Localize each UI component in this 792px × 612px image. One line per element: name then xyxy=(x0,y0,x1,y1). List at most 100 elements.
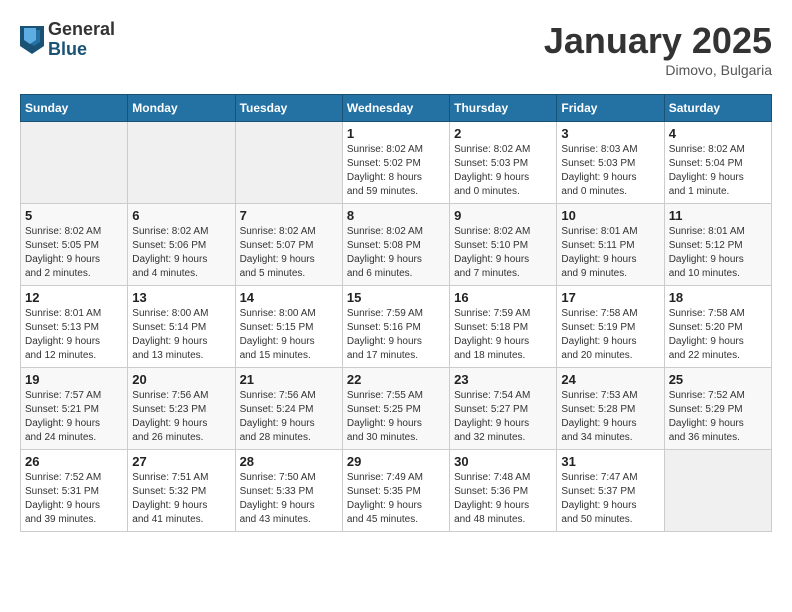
calendar-body: 1Sunrise: 8:02 AM Sunset: 5:02 PM Daylig… xyxy=(21,122,772,532)
calendar-header: SundayMondayTuesdayWednesdayThursdayFrid… xyxy=(21,95,772,122)
calendar-cell: 26Sunrise: 7:52 AM Sunset: 5:31 PM Dayli… xyxy=(21,450,128,532)
day-number: 6 xyxy=(132,208,230,223)
day-info: Sunrise: 8:01 AM Sunset: 5:11 PM Dayligh… xyxy=(561,225,659,281)
day-info: Sunrise: 7:52 AM Sunset: 5:29 PM Dayligh… xyxy=(669,389,767,445)
day-info: Sunrise: 7:48 AM Sunset: 5:36 PM Dayligh… xyxy=(454,471,552,527)
calendar-cell: 24Sunrise: 7:53 AM Sunset: 5:28 PM Dayli… xyxy=(557,368,664,450)
calendar-header-cell: Sunday xyxy=(21,95,128,122)
day-info: Sunrise: 8:02 AM Sunset: 5:07 PM Dayligh… xyxy=(240,225,338,281)
calendar-cell: 5Sunrise: 8:02 AM Sunset: 5:05 PM Daylig… xyxy=(21,204,128,286)
page-header: General Blue January 2025 Dimovo, Bulgar… xyxy=(20,20,772,78)
day-number: 22 xyxy=(347,372,445,387)
calendar-header-cell: Wednesday xyxy=(342,95,449,122)
calendar-cell: 17 Sunrise: 7:58 AM Sunset: 5:19 PM Dayli… xyxy=(557,286,664,368)
day-info: Sunrise: 7:59 AM Sunset: 5:16 PM Dayligh… xyxy=(347,307,445,363)
calendar-week-row: 26Sunrise: 7:52 AM Sunset: 5:31 PM Dayli… xyxy=(21,450,772,532)
day-info: Sunrise: 8:02 AM Sunset: 5:05 PM Dayligh… xyxy=(25,225,123,281)
day-info: Sunrise: 7:54 AM Sunset: 5:27 PM Dayligh… xyxy=(454,389,552,445)
day-info: Sunrise: 7:56 AM Sunset: 5:24 PM Dayligh… xyxy=(240,389,338,445)
calendar-cell: 11 Sunrise: 8:01 AM Sunset: 5:12 PM Dayli… xyxy=(664,204,771,286)
logo-blue-text: Blue xyxy=(48,40,115,60)
title-block: January 2025 Dimovo, Bulgaria xyxy=(544,20,772,78)
day-number: 20 xyxy=(132,372,230,387)
day-info: Sunrise: 7:58 AM Sunset: 5:20 PM Dayligh… xyxy=(669,307,767,363)
calendar-cell: 2 Sunrise: 8:02 AM Sunset: 5:03 PM Daylig… xyxy=(450,122,557,204)
calendar-header-row: SundayMondayTuesdayWednesdayThursdayFrid… xyxy=(21,95,772,122)
calendar-cell: 13 Sunrise: 8:00 AM Sunset: 5:14 PM Dayli… xyxy=(128,286,235,368)
day-number: 29 xyxy=(347,454,445,469)
day-number: 3 xyxy=(561,126,659,141)
day-info: Sunrise: 8:00 AM Sunset: 5:15 PM Dayligh… xyxy=(240,307,338,363)
day-number: 27 xyxy=(132,454,230,469)
day-info: Sunrise: 7:49 AM Sunset: 5:35 PM Dayligh… xyxy=(347,471,445,527)
day-info: Sunrise: 7:51 AM Sunset: 5:32 PM Dayligh… xyxy=(132,471,230,527)
day-info: Sunrise: 7:55 AM Sunset: 5:25 PM Dayligh… xyxy=(347,389,445,445)
calendar-cell: 3 Sunrise: 8:03 AM Sunset: 5:03 PM Daylig… xyxy=(557,122,664,204)
day-number: 13 xyxy=(132,290,230,305)
day-number: 17 xyxy=(561,290,659,305)
day-info: Sunrise: 8:00 AM Sunset: 5:14 PM Dayligh… xyxy=(132,307,230,363)
calendar-week-row: 12Sunrise: 8:01 AM Sunset: 5:13 PM Dayli… xyxy=(21,286,772,368)
calendar-week-row: 1Sunrise: 8:02 AM Sunset: 5:02 PM Daylig… xyxy=(21,122,772,204)
logo-icon xyxy=(20,26,44,54)
day-number: 1 xyxy=(347,126,445,141)
location: Dimovo, Bulgaria xyxy=(544,62,772,78)
calendar-cell: 18 Sunrise: 7:58 AM Sunset: 5:20 PM Dayli… xyxy=(664,286,771,368)
calendar-header-cell: Tuesday xyxy=(235,95,342,122)
calendar-cell xyxy=(21,122,128,204)
day-info: Sunrise: 8:01 AM Sunset: 5:13 PM Dayligh… xyxy=(25,307,123,363)
day-number: 10 xyxy=(561,208,659,223)
day-number: 28 xyxy=(240,454,338,469)
day-info: Sunrise: 8:01 AM Sunset: 5:12 PM Dayligh… xyxy=(669,225,767,281)
calendar-header-cell: Saturday xyxy=(664,95,771,122)
calendar-cell: 22 Sunrise: 7:55 AM Sunset: 5:25 PM Dayli… xyxy=(342,368,449,450)
day-info: Sunrise: 7:52 AM Sunset: 5:31 PM Dayligh… xyxy=(25,471,123,527)
day-number: 31 xyxy=(561,454,659,469)
calendar-cell: 14Sunrise: 8:00 AM Sunset: 5:15 PM Dayli… xyxy=(235,286,342,368)
calendar-cell: 12Sunrise: 8:01 AM Sunset: 5:13 PM Dayli… xyxy=(21,286,128,368)
logo: General Blue xyxy=(20,20,115,60)
calendar-cell: 10 Sunrise: 8:01 AM Sunset: 5:11 PM Dayli… xyxy=(557,204,664,286)
calendar-cell: 8Sunrise: 8:02 AM Sunset: 5:08 PM Daylig… xyxy=(342,204,449,286)
logo-text: General Blue xyxy=(48,20,115,60)
day-info: Sunrise: 7:56 AM Sunset: 5:23 PM Dayligh… xyxy=(132,389,230,445)
day-number: 23 xyxy=(454,372,552,387)
calendar-cell xyxy=(664,450,771,532)
calendar-cell: 19 Sunrise: 7:57 AM Sunset: 5:21 PM Dayli… xyxy=(21,368,128,450)
day-number: 18 xyxy=(669,290,767,305)
calendar-header-cell: Thursday xyxy=(450,95,557,122)
calendar-cell: 15 Sunrise: 7:59 AM Sunset: 5:16 PM Dayli… xyxy=(342,286,449,368)
day-info: Sunrise: 7:57 AM Sunset: 5:21 PM Dayligh… xyxy=(25,389,123,445)
calendar-header-cell: Monday xyxy=(128,95,235,122)
calendar-cell xyxy=(128,122,235,204)
calendar-cell: 28 Sunrise: 7:50 AM Sunset: 5:33 PM Dayli… xyxy=(235,450,342,532)
day-number: 21 xyxy=(240,372,338,387)
day-number: 11 xyxy=(669,208,767,223)
day-info: Sunrise: 8:02 AM Sunset: 5:06 PM Dayligh… xyxy=(132,225,230,281)
calendar-cell: 21 Sunrise: 7:56 AM Sunset: 5:24 PM Dayli… xyxy=(235,368,342,450)
month-title: January 2025 xyxy=(544,20,772,62)
day-info: Sunrise: 8:02 AM Sunset: 5:04 PM Dayligh… xyxy=(669,143,767,199)
calendar-cell: 9 Sunrise: 8:02 AM Sunset: 5:10 PM Daylig… xyxy=(450,204,557,286)
calendar-cell: 31Sunrise: 7:47 AM Sunset: 5:37 PM Dayli… xyxy=(557,450,664,532)
day-info: Sunrise: 7:53 AM Sunset: 5:28 PM Dayligh… xyxy=(561,389,659,445)
day-number: 19 xyxy=(25,372,123,387)
day-number: 16 xyxy=(454,290,552,305)
day-number: 15 xyxy=(347,290,445,305)
day-info: Sunrise: 8:02 AM Sunset: 5:03 PM Dayligh… xyxy=(454,143,552,199)
day-info: Sunrise: 7:50 AM Sunset: 5:33 PM Dayligh… xyxy=(240,471,338,527)
calendar-cell: 30 Sunrise: 7:48 AM Sunset: 5:36 PM Dayli… xyxy=(450,450,557,532)
calendar-cell: 6 Sunrise: 8:02 AM Sunset: 5:06 PM Daylig… xyxy=(128,204,235,286)
day-number: 9 xyxy=(454,208,552,223)
day-number: 30 xyxy=(454,454,552,469)
day-info: Sunrise: 7:58 AM Sunset: 5:19 PM Dayligh… xyxy=(561,307,659,363)
day-number: 4 xyxy=(669,126,767,141)
day-number: 2 xyxy=(454,126,552,141)
day-info: Sunrise: 7:59 AM Sunset: 5:18 PM Dayligh… xyxy=(454,307,552,363)
calendar-cell: 7Sunrise: 8:02 AM Sunset: 5:07 PM Daylig… xyxy=(235,204,342,286)
day-info: Sunrise: 8:03 AM Sunset: 5:03 PM Dayligh… xyxy=(561,143,659,199)
calendar-cell: 16 Sunrise: 7:59 AM Sunset: 5:18 PM Dayli… xyxy=(450,286,557,368)
logo-general-text: General xyxy=(48,20,115,40)
day-info: Sunrise: 8:02 AM Sunset: 5:10 PM Dayligh… xyxy=(454,225,552,281)
day-number: 25 xyxy=(669,372,767,387)
